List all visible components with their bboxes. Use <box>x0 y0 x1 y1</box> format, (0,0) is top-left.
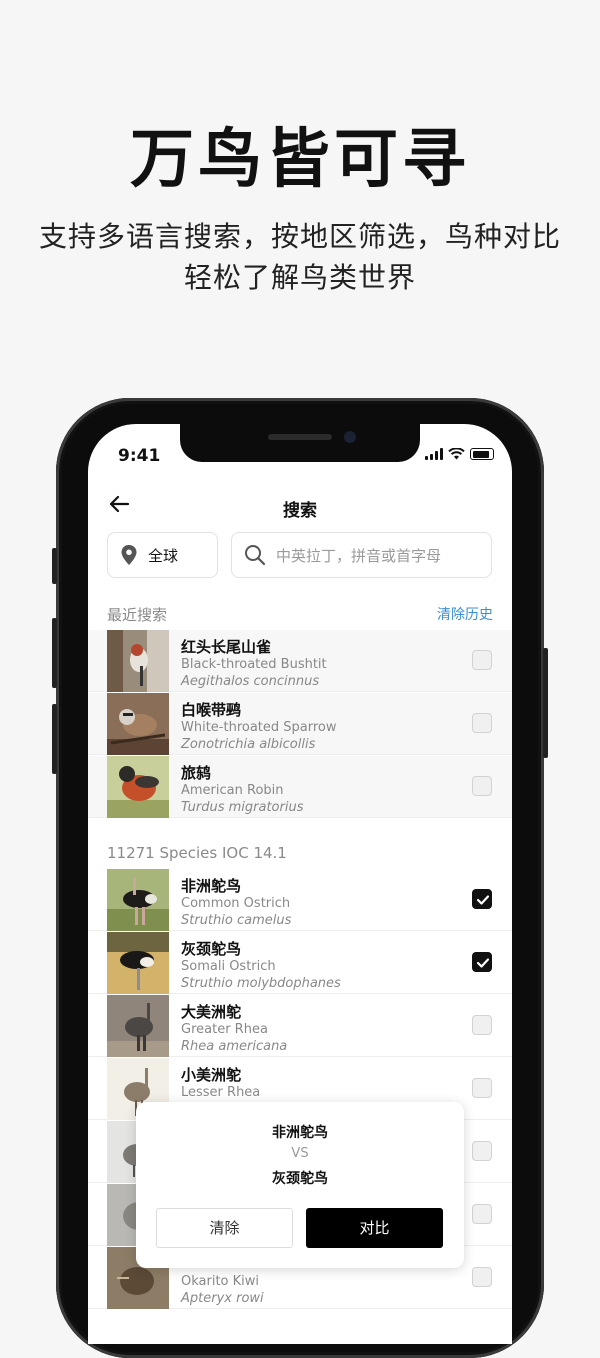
compare-checkbox[interactable] <box>472 776 492 796</box>
status-time: 9:41 <box>118 446 161 466</box>
compare-checkbox-checked[interactable] <box>472 889 492 909</box>
recent-item[interactable]: 红头长尾山雀 Black-throated Bushtit Aegithalos… <box>88 630 512 692</box>
compare-second-species: 灰颈鸵鸟 <box>272 1171 328 1187</box>
compare-checkbox[interactable] <box>472 1015 492 1035</box>
front-camera <box>344 431 356 443</box>
bird-thumbnail <box>107 630 169 692</box>
phone-silent-switch <box>52 548 57 584</box>
wifi-icon <box>448 448 465 460</box>
bird-thumbnail <box>107 869 169 931</box>
species-name-cn: 非洲鸵鸟 <box>181 877 242 895</box>
bird-thumbnail <box>107 693 169 755</box>
species-name-en: Black-throated Bushtit <box>181 657 327 672</box>
compare-checkbox[interactable] <box>472 1204 492 1224</box>
recent-search-title: 最近搜索 <box>107 606 168 624</box>
species-name-en: Common Ostrich <box>181 896 291 911</box>
species-name-sci: Rhea americana <box>181 1039 288 1054</box>
species-name-en: Greater Rhea <box>181 1022 268 1037</box>
phone-screen: 9:41 搜索 全球 中英拉丁，拼音或首字母 最近搜索 清除历史 红头长尾山雀 … <box>88 424 512 1344</box>
species-name-sci: Aegithalos concinnus <box>181 674 320 689</box>
species-name-en: Okarito Kiwi <box>181 1274 260 1289</box>
notch <box>180 424 420 462</box>
compare-checkbox-checked[interactable] <box>472 952 492 972</box>
species-name-en: White-throated Sparrow <box>181 720 337 735</box>
species-name-sci: Zonotrichia albicollis <box>181 737 316 752</box>
battery-icon <box>470 448 494 460</box>
checkmark-icon <box>476 958 490 968</box>
status-icons <box>425 448 494 460</box>
species-name-cn: 白喉带鹀 <box>181 701 242 719</box>
species-name-en: American Robin <box>181 783 284 798</box>
search-icon <box>245 545 266 566</box>
species-name-cn: 灰颈鸵鸟 <box>181 940 242 958</box>
promo-headline: 万鸟皆可寻 <box>130 123 470 197</box>
clear-history-link[interactable]: 清除历史 <box>437 604 493 624</box>
speaker-grille <box>268 434 332 440</box>
promo-subtitle-line2: 轻松了解鸟类世界 <box>183 261 416 294</box>
species-name-sci: Turdus migratorius <box>181 800 304 815</box>
location-pin-icon <box>121 545 137 565</box>
compare-checkbox[interactable] <box>472 1267 492 1287</box>
bird-thumbnail <box>107 756 169 818</box>
species-name-cn: 小美洲鸵 <box>181 1066 242 1084</box>
species-name-sci: Struthio molybdophanes <box>181 976 341 991</box>
region-filter-button[interactable]: 全球 <box>107 532 218 578</box>
species-name-cn: 大美洲鸵 <box>181 1003 242 1021</box>
species-row[interactable]: 大美洲鸵 Greater Rhea Rhea americana <box>88 995 512 1057</box>
recent-search-header: 最近搜索 清除历史 <box>107 604 493 625</box>
compare-button[interactable]: 对比 <box>306 1208 443 1248</box>
phone-volume-down <box>52 704 57 774</box>
signal-icon <box>425 448 443 460</box>
search-placeholder: 中英拉丁，拼音或首字母 <box>276 546 442 565</box>
compare-checkbox[interactable] <box>472 1078 492 1098</box>
search-input[interactable]: 中英拉丁，拼音或首字母 <box>231 532 492 578</box>
page-title: 搜索 <box>283 501 317 521</box>
compare-vs-label: VS <box>291 1146 309 1161</box>
compare-checkbox[interactable] <box>472 1141 492 1161</box>
species-row[interactable]: 非洲鸵鸟 Common Ostrich Struthio camelus <box>88 869 512 931</box>
species-row[interactable]: 灰颈鸵鸟 Somali Ostrich Struthio molybdophan… <box>88 932 512 994</box>
bird-thumbnail <box>107 932 169 994</box>
clear-compare-button[interactable]: 清除 <box>156 1208 293 1248</box>
species-name-en: Somali Ostrich <box>181 959 276 974</box>
recent-item[interactable]: 旅鸫 American Robin Turdus migratorius <box>88 756 512 818</box>
checkmark-icon <box>476 895 490 905</box>
compare-first-species: 非洲鸵鸟 <box>272 1125 328 1141</box>
phone-volume-up <box>52 618 57 688</box>
species-name-cn: 旅鸫 <box>181 764 212 782</box>
species-name-cn: 红头长尾山雀 <box>181 638 272 656</box>
species-count-header: 11271 Species IOC 14.1 <box>107 844 287 862</box>
species-name-sci: Struthio camelus <box>181 913 292 928</box>
compare-checkbox[interactable] <box>472 713 492 733</box>
recent-item[interactable]: 白喉带鹀 White-throated Sparrow Zonotrichia … <box>88 693 512 755</box>
promo-subtitle-line1: 支持多语言搜索，按地区筛选，鸟种对比 <box>38 220 561 253</box>
compare-panel: 非洲鸵鸟 VS 灰颈鸵鸟 清除 对比 <box>136 1102 464 1268</box>
region-label: 全球 <box>148 546 179 565</box>
species-name-en: Lesser Rhea <box>181 1085 261 1100</box>
phone-power-button <box>543 648 548 758</box>
bird-thumbnail <box>107 995 169 1057</box>
compare-checkbox[interactable] <box>472 650 492 670</box>
nav-bar: 搜索 <box>88 492 512 526</box>
